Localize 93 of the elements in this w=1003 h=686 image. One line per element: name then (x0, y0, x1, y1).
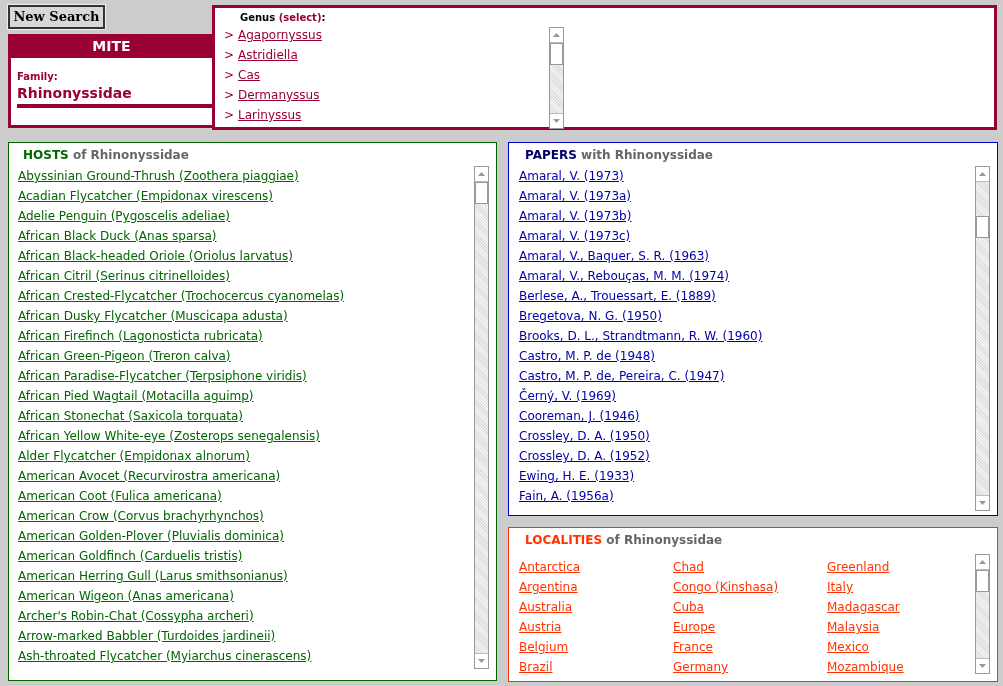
host-link[interactable]: Arrow-marked Babbler (Turdoides jardineii) (18, 626, 276, 646)
paper-link[interactable]: Amaral, V. (1973) (519, 166, 624, 186)
locality-link[interactable]: Argentina (519, 580, 578, 594)
locality-link[interactable]: Madagascar (827, 600, 900, 614)
locality-link[interactable]: Europe (673, 620, 716, 634)
host-link[interactable]: African Green-Pigeon (Treron calva) (18, 346, 231, 366)
paper-link[interactable]: Berlese, A., Trouessart, E. (1889) (519, 286, 716, 306)
bullet-marker: > (224, 67, 236, 84)
host-link[interactable]: African Stonechat (Saxicola torquata) (18, 406, 243, 426)
host-link[interactable]: American Goldfinch (Carduelis tristis) (18, 546, 243, 566)
host-link[interactable]: African Black Duck (Anas sparsa) (18, 226, 217, 246)
locality-link[interactable]: Congo (Kinshasa) (673, 580, 779, 594)
host-link[interactable]: African Black-headed Oriole (Oriolus larvatus) (18, 246, 293, 266)
paper-link[interactable]: Bregetova, N. G. (1950) (519, 306, 662, 326)
host-link[interactable]: American Crow (Corvus brachyrhynchos) (18, 506, 264, 526)
genus-link[interactable]: Dermanyssus (238, 86, 320, 104)
host-link[interactable]: Archer's Robin-Chat (Cossypha archeri) (18, 606, 254, 626)
scrollbar[interactable] (474, 166, 489, 669)
section-heading: PAPERS with Rhinonyssidae (525, 147, 714, 163)
scrollbar-thumb[interactable] (550, 43, 563, 65)
host-link[interactable]: Adelie Penguin (Pygoscelis adeliae) (18, 206, 231, 226)
genus-link[interactable]: Larinyssus (238, 106, 302, 124)
genus-link[interactable]: Astridiella (238, 46, 298, 64)
host-link[interactable]: American Coot (Fulica americana) (18, 486, 222, 506)
locality-link[interactable]: Mozambique (827, 660, 904, 674)
paper-link[interactable]: Ewing, H. E. (1933) (519, 466, 635, 486)
locality-link[interactable]: Italy (827, 580, 854, 594)
locality-link[interactable]: Malaysia (827, 620, 880, 634)
locality-link[interactable]: Austria (519, 620, 562, 634)
bullet-marker: > (224, 87, 236, 104)
paper-link[interactable]: Castro, M. P. de (1948) (519, 346, 656, 366)
host-link[interactable]: American Wigeon (Anas americana) (18, 586, 234, 606)
genus-label: Genus (select): (239, 11, 327, 25)
locality-link[interactable]: Belgium (519, 640, 569, 654)
locality-link[interactable]: Mexico (827, 640, 869, 654)
new-search-button[interactable]: New Search (8, 5, 105, 29)
locality-link[interactable]: Greenland (827, 560, 890, 574)
locality-link[interactable]: Germany (673, 660, 729, 674)
paper-link[interactable]: Castro, M. P. de, Pereira, C. (1947) (519, 366, 725, 386)
scroll-down-arrow-icon[interactable] (979, 664, 986, 668)
paper-link[interactable]: Crossley, D. A. (1952) (519, 446, 650, 466)
locality-link[interactable]: France (673, 640, 713, 654)
scrollbar-thumb[interactable] (475, 182, 488, 204)
scrollbar-thumb[interactable] (976, 216, 989, 238)
scroll-up-arrow-icon[interactable] (553, 33, 560, 37)
paper-link[interactable]: Cooreman, J. (1946) (519, 406, 640, 426)
host-link[interactable]: African Pied Wagtail (Motacilla aguimp) (18, 386, 254, 406)
host-link[interactable]: Alder Flycatcher (Empidonax alnorum) (18, 446, 250, 466)
bullet-marker: > (224, 107, 236, 124)
scrollbar[interactable] (975, 554, 990, 674)
locality-link[interactable]: Antarctica (519, 560, 581, 574)
bullet-marker: > (224, 47, 236, 64)
host-link[interactable]: American Avocet (Recurvirostra americana) (18, 466, 281, 486)
host-link[interactable]: African Firefinch (Lagonosticta rubricata) (18, 326, 263, 346)
host-link[interactable]: American Herring Gull (Larus smithsonianus) (18, 566, 288, 586)
genus-link[interactable]: Cas (238, 66, 260, 84)
bullet-marker: > (224, 27, 236, 44)
locality-link[interactable]: Australia (519, 600, 573, 614)
section-heading: HOSTS of Rhinonyssidae (23, 147, 190, 163)
host-link[interactable]: African Crested-Flycatcher (Trochocercus cyanomelas) (18, 286, 345, 306)
scroll-down-arrow-icon[interactable] (553, 119, 560, 123)
host-link[interactable]: African Yellow White-eye (Zosterops senegalensis) (18, 426, 321, 446)
scroll-up-arrow-icon[interactable] (979, 172, 986, 176)
host-link[interactable]: Abyssinian Ground-Thrush (Zoothera piaggiae) (18, 166, 299, 186)
host-link[interactable]: African Citril (Serinus citrinelloides) (18, 266, 230, 286)
family-label: Family: (17, 70, 59, 83)
scroll-down-arrow-icon[interactable] (478, 659, 485, 663)
scrollbar[interactable] (975, 166, 990, 511)
paper-link[interactable]: Amaral, V. (1973b) (519, 206, 632, 226)
paper-link[interactable]: Crossley, D. A. (1950) (519, 426, 650, 446)
paper-link[interactable]: Amaral, V. (1973c) (519, 226, 631, 246)
host-link[interactable]: African Paradise-Flycatcher (Terpsiphone viridis) (18, 366, 307, 386)
paper-link[interactable]: Brooks, D. L., Strandtmann, R. W. (1960) (519, 326, 763, 346)
scroll-down-arrow-icon[interactable] (979, 501, 986, 505)
genus-link[interactable]: Agapornyssus (238, 26, 322, 44)
paper-link[interactable]: Fain, A. (1956a) (519, 486, 614, 506)
section-heading: LOCALITIES of Rhinonyssidae (525, 532, 724, 548)
paper-link[interactable]: Amaral, V., Rebouças, M. M. (1974) (519, 266, 730, 286)
host-link[interactable]: Ash-throated Flycatcher (Myiarchus cinerascens) (18, 646, 312, 666)
scroll-up-arrow-icon[interactable] (979, 560, 986, 564)
host-link[interactable]: African Dusky Flycatcher (Muscicapa adusta) (18, 306, 288, 326)
panel-title: MITE (91, 36, 132, 56)
scrollbar-thumb[interactable] (976, 570, 989, 592)
scrollbar[interactable] (549, 27, 564, 129)
host-link[interactable]: American Golden-Plover (Pluvialis dominica) (18, 526, 284, 546)
paper-link[interactable]: Amaral, V. (1973a) (519, 186, 632, 206)
scroll-up-arrow-icon[interactable] (478, 172, 485, 176)
locality-link[interactable]: Brazil (519, 660, 553, 674)
paper-link[interactable]: Amaral, V., Baquer, S. R. (1963) (519, 246, 710, 266)
paper-link[interactable]: Černý, V. (1969) (519, 386, 616, 406)
locality-link[interactable]: Chad (673, 560, 704, 574)
locality-link[interactable]: Cuba (673, 600, 704, 614)
host-link[interactable]: Acadian Flycatcher (Empidonax virescens) (18, 186, 273, 206)
